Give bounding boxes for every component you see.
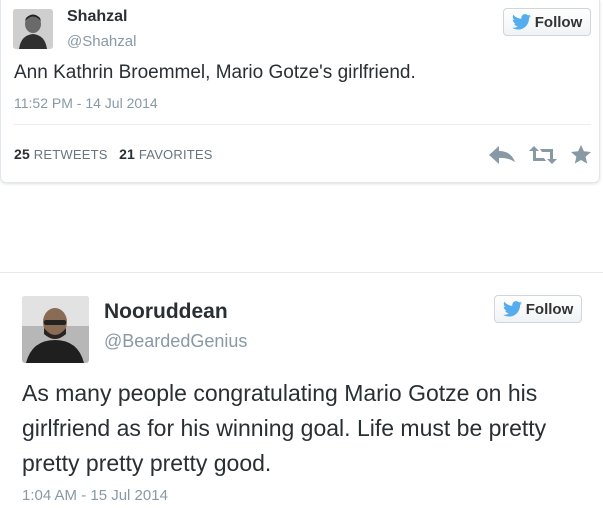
follow-button[interactable]: Follow	[494, 295, 582, 323]
favorites-label[interactable]: FAVORITES	[139, 147, 213, 162]
follow-button[interactable]: Follow	[503, 8, 591, 36]
tweet-card-nooruddean: Nooruddean @BeardedGenius Follow As many…	[0, 272, 603, 510]
twitter-bird-icon	[502, 301, 522, 317]
display-name[interactable]: Nooruddean	[104, 300, 228, 324]
retweet-icon[interactable]	[529, 145, 557, 169]
retweets-count[interactable]: 25	[14, 146, 30, 162]
follow-label: Follow	[525, 300, 574, 318]
timestamp[interactable]: 11:52 PM - 14 Jul 2014	[14, 95, 158, 111]
display-name[interactable]: Shahzal	[67, 8, 127, 26]
tweet-actions	[489, 145, 591, 169]
handle[interactable]: @BeardedGenius	[104, 331, 247, 352]
tweet-text: As many people congratulating Mario Gotz…	[22, 380, 547, 476]
retweets-label[interactable]: RETWEETS	[34, 147, 108, 162]
divider	[14, 124, 591, 125]
avatar[interactable]	[13, 9, 53, 49]
avatar[interactable]	[22, 296, 89, 363]
tweet-text: Ann Kathrin Broemmel, Mario Gotze's girl…	[14, 62, 416, 83]
handle[interactable]: @Shahzal	[67, 33, 136, 50]
twitter-bird-icon	[511, 14, 531, 30]
favorite-star-icon[interactable]	[571, 145, 591, 169]
reply-icon[interactable]	[489, 145, 515, 169]
tweet-card-shahzal: Shahzal @Shahzal Follow Ann Kathrin Broe…	[0, 0, 600, 183]
timestamp[interactable]: 1:04 AM - 15 Jul 2014	[22, 487, 168, 504]
follow-label: Follow	[534, 13, 583, 31]
tweet-stats: 25 RETWEETS 21 FAVORITES	[14, 146, 213, 162]
favorites-count[interactable]: 21	[119, 146, 135, 162]
